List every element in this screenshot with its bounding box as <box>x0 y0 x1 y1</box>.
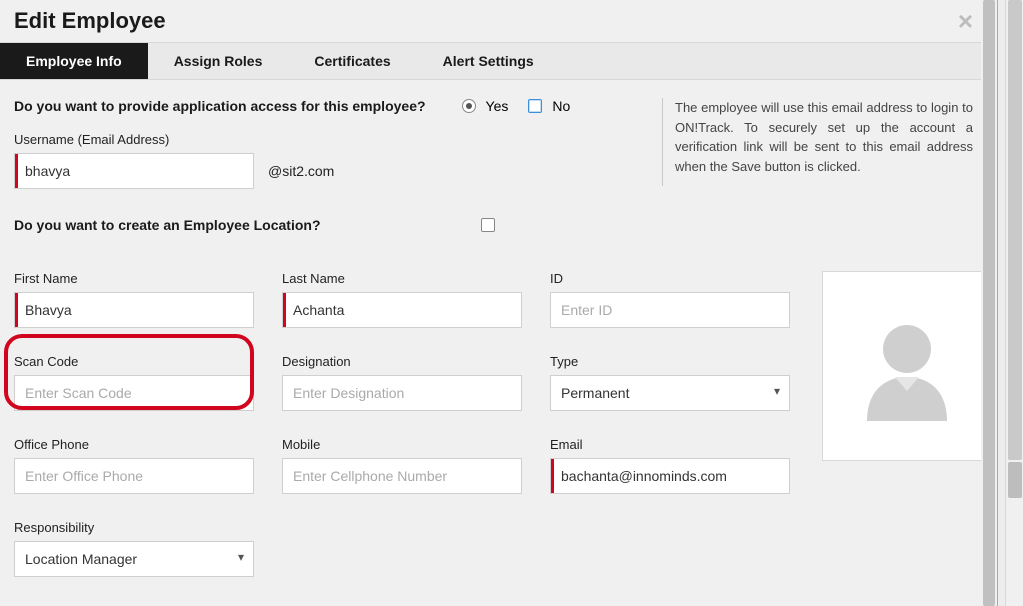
required-indicator <box>551 459 554 493</box>
avatar-icon <box>852 311 962 421</box>
radio-no-label: No <box>552 98 570 114</box>
modal-header: Edit Employee × <box>0 0 997 42</box>
vertical-separator <box>662 98 663 186</box>
designation-input[interactable] <box>282 375 522 411</box>
tab-assign-roles[interactable]: Assign Roles <box>148 43 289 79</box>
field-designation: Designation <box>282 354 522 411</box>
page-scrollbar[interactable] <box>1005 0 1023 606</box>
radio-yes[interactable] <box>462 99 476 113</box>
username-input-wrap <box>14 153 254 189</box>
tab-employee-info[interactable]: Employee Info <box>0 43 148 79</box>
required-indicator <box>15 293 18 327</box>
office-phone-label: Office Phone <box>14 437 254 452</box>
email-label: Email <box>550 437 790 452</box>
last-name-input[interactable] <box>282 292 522 328</box>
designation-label: Designation <box>282 354 522 369</box>
modal: Edit Employee × Employee Info Assign Rol… <box>0 0 998 606</box>
tab-alert-settings[interactable]: Alert Settings <box>417 43 560 79</box>
field-email: Email <box>550 437 790 494</box>
last-name-label: Last Name <box>282 271 522 286</box>
modal-scrollbar-thumb[interactable] <box>983 0 995 606</box>
modal-scrollbar[interactable] <box>981 0 997 606</box>
mobile-label: Mobile <box>282 437 522 452</box>
scan-code-label: Scan Code <box>14 354 254 369</box>
office-phone-input[interactable] <box>14 458 254 494</box>
field-id: ID <box>550 271 790 328</box>
field-mobile: Mobile <box>282 437 522 494</box>
page-scrollbar-thumb-bottom[interactable] <box>1008 462 1022 498</box>
type-label: Type <box>550 354 790 369</box>
first-name-label: First Name <box>14 271 254 286</box>
access-radio-group: Yes No <box>462 98 571 114</box>
avatar-column <box>822 271 992 577</box>
access-info-text: The employee will use this email address… <box>675 98 983 176</box>
field-first-name: First Name <box>14 271 254 328</box>
field-type: Type Permanent <box>550 354 790 411</box>
first-name-input[interactable] <box>14 292 254 328</box>
access-row: Do you want to provide application acces… <box>14 98 983 189</box>
required-indicator <box>15 154 18 188</box>
radio-no[interactable] <box>528 99 542 113</box>
tab-certificates[interactable]: Certificates <box>288 43 416 79</box>
field-scan-code: Scan Code <box>14 354 254 411</box>
radio-yes-label: Yes <box>486 98 509 114</box>
access-question: Do you want to provide application acces… <box>14 98 426 114</box>
field-responsibility: Responsibility Location Manager <box>14 520 254 577</box>
content-area: Do you want to provide application acces… <box>0 80 997 595</box>
tab-bar: Employee Info Assign Roles Certificates … <box>0 42 997 80</box>
username-input[interactable] <box>14 153 254 189</box>
scan-code-input[interactable] <box>14 375 254 411</box>
modal-title: Edit Employee <box>14 8 166 34</box>
type-select[interactable]: Permanent <box>550 375 790 411</box>
email-input[interactable] <box>550 458 790 494</box>
field-office-phone: Office Phone <box>14 437 254 494</box>
mobile-input[interactable] <box>282 458 522 494</box>
location-question: Do you want to create an Employee Locati… <box>14 217 321 233</box>
field-last-name: Last Name <box>282 271 522 328</box>
username-suffix: @sit2.com <box>254 163 334 179</box>
responsibility-select[interactable]: Location Manager <box>14 541 254 577</box>
page-scrollbar-thumb-top[interactable] <box>1008 0 1022 460</box>
id-label: ID <box>550 271 790 286</box>
username-label: Username (Email Address) <box>14 132 654 147</box>
location-checkbox[interactable] <box>481 218 495 232</box>
location-row: Do you want to create an Employee Locati… <box>14 217 983 233</box>
responsibility-label: Responsibility <box>14 520 254 535</box>
close-icon[interactable]: × <box>952 8 979 34</box>
form-grid: First Name Last Name ID <box>14 271 790 577</box>
id-input[interactable] <box>550 292 790 328</box>
required-indicator <box>283 293 286 327</box>
avatar-placeholder[interactable] <box>822 271 992 461</box>
